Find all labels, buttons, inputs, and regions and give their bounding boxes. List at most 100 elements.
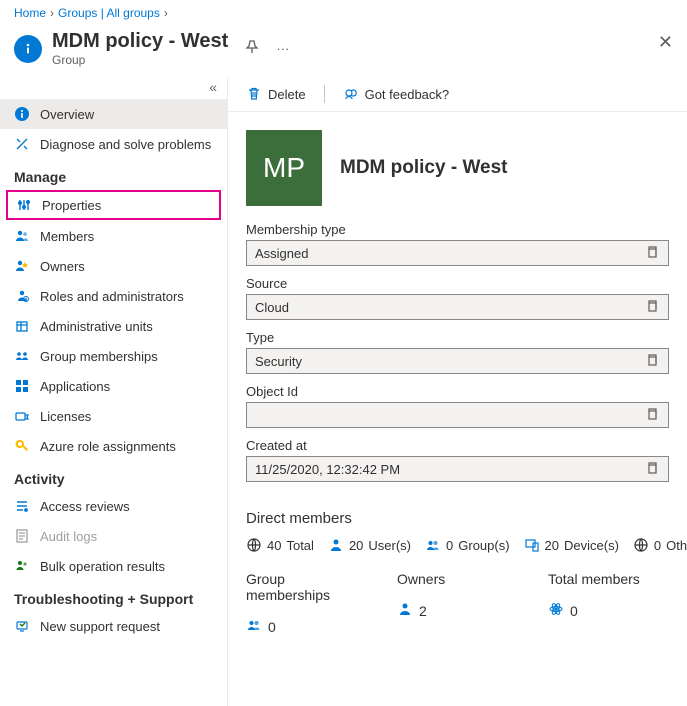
sidebar-item-label: Diagnose and solve problems — [40, 137, 211, 152]
groupmem-icon — [14, 348, 30, 364]
sidebar-item-administrative-units[interactable]: Administrative units — [0, 311, 227, 341]
members-icon — [14, 228, 30, 244]
stat-users[interactable]: 20User(s) — [328, 537, 411, 553]
divider — [324, 85, 325, 103]
copy-icon[interactable] — [644, 244, 660, 263]
summary-value[interactable]: 0 — [548, 601, 669, 620]
sidebar-item-azure-role-assignments[interactable]: Azure role assignments — [0, 431, 227, 461]
sidebar-item-members[interactable]: Members — [0, 221, 227, 251]
copy-icon[interactable] — [644, 298, 660, 317]
field-value-row: Security — [246, 348, 669, 374]
summary-number: 2 — [419, 603, 427, 619]
collapse-button[interactable]: « — [0, 77, 227, 99]
copy-icon[interactable] — [644, 460, 660, 479]
sidebar-item-audit-logs[interactable]: Audit logs — [0, 521, 227, 551]
stat-label: User(s) — [368, 538, 411, 553]
feedback-icon — [343, 86, 359, 102]
accessreviews-icon — [14, 498, 30, 514]
sidebar: « OverviewDiagnose and solve problemsMan… — [0, 77, 228, 706]
delete-label: Delete — [268, 87, 306, 102]
sidebar-item-label: Members — [40, 229, 94, 244]
group-header: MP MDM policy - West — [228, 112, 687, 216]
stat-label: Other(s) — [666, 538, 687, 553]
sidebar-item-label: Owners — [40, 259, 85, 274]
stat-number: 20 — [545, 538, 559, 553]
breadcrumb-link[interactable]: Home — [14, 6, 46, 20]
summary-label: Group memberships — [246, 571, 367, 603]
stat-devices[interactable]: 20 Device(s) — [524, 537, 619, 553]
copy-icon[interactable] — [644, 352, 660, 371]
close-icon[interactable]: ✕ — [658, 32, 673, 53]
sidebar-item-label: Azure role assignments — [40, 439, 176, 454]
device-icon — [524, 537, 540, 553]
summary-label: Owners — [397, 571, 518, 587]
direct-members: Direct members 40Total20User(s)0Group(s)… — [228, 498, 687, 553]
field-value-row: 11/25/2020, 12:32:42 PM — [246, 456, 669, 482]
field-object-id: Object Id — [246, 384, 669, 428]
user-blue-icon — [328, 537, 344, 553]
sidebar-item-owners[interactable]: Owners — [0, 251, 227, 281]
stat-total[interactable]: 40 Total — [246, 537, 314, 553]
page-title: MDM policy - West — [52, 30, 228, 53]
stat-groups[interactable]: 0Group(s) — [425, 537, 510, 553]
sidebar-item-label: Audit logs — [40, 529, 97, 544]
breadcrumb-link[interactable]: Groups | All groups — [58, 6, 160, 20]
feedback-label: Got feedback? — [365, 87, 450, 102]
page-header: MDM policy - West Group ··· ✕ — [0, 26, 687, 77]
delete-icon — [246, 86, 262, 102]
more-icon[interactable]: ··· — [276, 41, 289, 56]
field-label: Source — [246, 276, 669, 291]
stat-label: Total — [286, 538, 313, 553]
summary-owners: Owners 2 — [397, 571, 518, 636]
stat-number: 40 — [267, 538, 281, 553]
field-value: Security — [255, 354, 644, 369]
sidebar-item-diagnose-and-solve-problems[interactable]: Diagnose and solve problems — [0, 129, 227, 159]
stat-others[interactable]: 0 Other(s) — [633, 537, 687, 553]
summary-value[interactable]: 0 — [246, 617, 367, 636]
stat-label: Device(s) — [564, 538, 619, 553]
azurerole-icon — [14, 438, 30, 454]
sidebar-item-properties[interactable]: Properties — [6, 190, 221, 220]
field-value-row: Assigned — [246, 240, 669, 266]
field-value: Cloud — [255, 300, 644, 315]
sidebar-item-group-memberships[interactable]: Group memberships — [0, 341, 227, 371]
feedback-button[interactable]: Got feedback? — [343, 86, 450, 102]
delete-button[interactable]: Delete — [246, 86, 306, 102]
summary-row: Group memberships 0 Owners 2 Total members 0 — [228, 571, 687, 636]
properties-icon — [16, 197, 32, 213]
globe-icon — [246, 537, 262, 553]
sidebar-item-label: Roles and administrators — [40, 289, 184, 304]
sidebar-item-overview[interactable]: Overview — [0, 99, 227, 129]
fields-list: Membership typeAssignedSourceCloudTypeSe… — [228, 216, 687, 498]
atom-icon — [548, 601, 564, 620]
diagnose-icon — [14, 136, 30, 152]
page-subtitle: Group — [52, 53, 228, 67]
sidebar-item-label: Access reviews — [40, 499, 130, 514]
field-source: Source Cloud — [246, 276, 669, 320]
sidebar-item-access-reviews[interactable]: Access reviews — [0, 491, 227, 521]
apps-icon — [14, 378, 30, 394]
auditlogs-icon — [14, 528, 30, 544]
breadcrumb: Home › Groups | All groups › — [0, 0, 687, 26]
sidebar-item-applications[interactable]: Applications — [0, 371, 227, 401]
sidebar-item-label: Licenses — [40, 409, 91, 424]
sidebar-item-bulk-operation-results[interactable]: Bulk operation results — [0, 551, 227, 581]
sidebar-item-licenses[interactable]: Licenses — [0, 401, 227, 431]
sidebar-item-label: Overview — [40, 107, 94, 122]
pin-icon[interactable] — [244, 39, 260, 58]
sidebar-item-new-support-request[interactable]: New support request — [0, 611, 227, 641]
sidebar-item-label: Properties — [42, 198, 101, 213]
roles-icon — [14, 288, 30, 304]
copy-icon[interactable] — [644, 406, 660, 425]
sidebar-item-roles-and-administrators[interactable]: Roles and administrators — [0, 281, 227, 311]
chevron-right-icon: › — [50, 6, 54, 20]
summary-label: Total members — [548, 571, 669, 587]
field-value-row: Cloud — [246, 294, 669, 320]
sidebar-section: Activity — [0, 461, 227, 491]
chevron-right-icon: › — [164, 6, 168, 20]
sidebar-item-label: New support request — [40, 619, 160, 634]
summary-value[interactable]: 2 — [397, 601, 518, 620]
summary-number: 0 — [268, 619, 276, 635]
field-created-at: Created at11/25/2020, 12:32:42 PM — [246, 438, 669, 482]
stat-number: 0 — [654, 538, 661, 553]
